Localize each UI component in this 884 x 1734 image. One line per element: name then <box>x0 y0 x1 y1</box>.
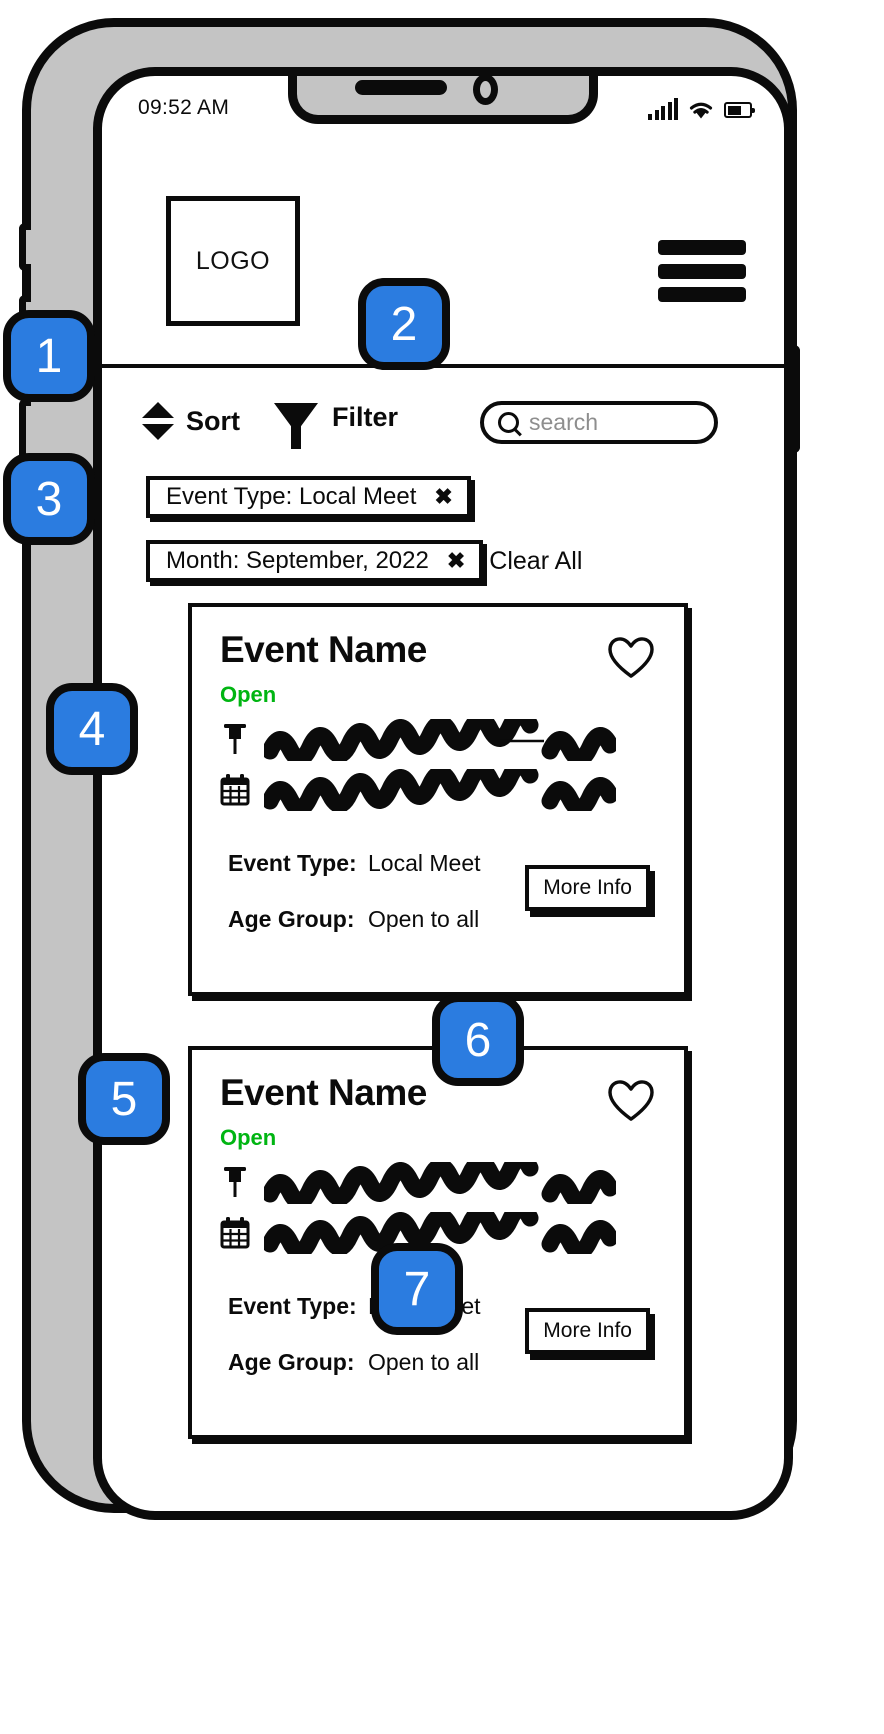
age-group-row: Age Group: Open to all <box>228 1349 479 1376</box>
status-bar: 09:52 AM <box>102 76 784 142</box>
status-icons <box>648 94 755 120</box>
annotation-badge-3: 3 <box>3 453 95 545</box>
event-type-value: Local Meet <box>368 850 481 876</box>
filter-chip-label: Event Type: Local Meet <box>166 483 417 510</box>
battery-icon <box>724 102 755 118</box>
search-placeholder: search <box>529 409 599 435</box>
age-group-label: Age Group: <box>228 906 355 932</box>
age-group-value: Open to all <box>368 1349 480 1375</box>
location-scribble-placeholder <box>264 719 616 761</box>
event-type-label: Event Type: <box>228 1293 357 1319</box>
calendar-icon <box>220 774 250 806</box>
funnel-icon <box>274 402 318 449</box>
close-x-icon[interactable]: ✖ <box>447 550 465 572</box>
search-input[interactable]: search <box>480 401 718 444</box>
hamburger-menu-icon[interactable] <box>658 240 746 302</box>
filter-label: Filter <box>332 402 399 432</box>
annotation-badge-6: 6 <box>432 994 524 1086</box>
event-location-row <box>220 1162 616 1204</box>
status-badge: Open <box>220 1125 277 1150</box>
sort-button[interactable]: Sort <box>142 402 240 440</box>
heart-outline-icon[interactable] <box>608 1080 654 1122</box>
date-scribble-placeholder <box>264 769 616 811</box>
mute-switch[interactable] <box>19 223 31 271</box>
filter-chip-row: Event Type: Local Meet ✖ <box>146 476 471 518</box>
annotation-badge-7: 7 <box>371 1243 463 1335</box>
annotation-badge-1: 1 <box>3 310 95 402</box>
close-x-icon[interactable]: ✖ <box>434 486 452 508</box>
sort-label: Sort <box>186 405 240 436</box>
event-type-row: Event Type: Local Meet <box>228 850 481 877</box>
more-info-button[interactable]: More Info <box>525 1308 650 1354</box>
header-divider <box>102 364 784 368</box>
filter-chip-row: Month: September, 2022 ✖ Clear All <box>146 540 582 582</box>
signal-bars-icon <box>648 98 678 120</box>
event-location-row <box>220 719 616 761</box>
age-group-value: Open to all <box>368 906 480 932</box>
sort-arrows-icon <box>142 402 174 440</box>
map-pin-icon <box>224 724 246 754</box>
clear-all-button[interactable]: Clear All <box>489 547 582 576</box>
event-name: Event Name <box>220 1072 427 1113</box>
filter-chip-month[interactable]: Month: September, 2022 ✖ <box>146 540 484 582</box>
event-date-row <box>220 769 616 811</box>
more-info-button[interactable]: More Info <box>525 865 650 911</box>
annotation-badge-2: 2 <box>358 278 450 370</box>
location-scribble-placeholder <box>264 1162 616 1204</box>
filter-button[interactable]: Filter <box>274 402 399 449</box>
age-group-row: Age Group: Open to all <box>228 906 479 933</box>
controls-row: Sort Filter search <box>102 394 784 464</box>
map-pin-icon <box>224 1167 246 1197</box>
event-name: Event Name <box>220 629 427 670</box>
filter-chip-event-type[interactable]: Event Type: Local Meet ✖ <box>146 476 471 518</box>
search-icon <box>498 412 519 433</box>
heart-outline-icon[interactable] <box>608 637 654 679</box>
wifi-icon <box>689 102 713 119</box>
status-time: 09:52 AM <box>138 96 230 119</box>
age-group-label: Age Group: <box>228 1349 355 1375</box>
event-card[interactable]: Event Name Open <box>188 603 688 996</box>
event-type-label: Event Type: <box>228 850 357 876</box>
annotation-badge-4: 4 <box>46 683 138 775</box>
calendar-icon <box>220 1217 250 1249</box>
status-badge: Open <box>220 682 277 707</box>
annotation-badge-5: 5 <box>78 1053 170 1145</box>
logo[interactable]: LOGO <box>166 196 300 326</box>
filter-chip-label: Month: September, 2022 <box>166 547 429 574</box>
